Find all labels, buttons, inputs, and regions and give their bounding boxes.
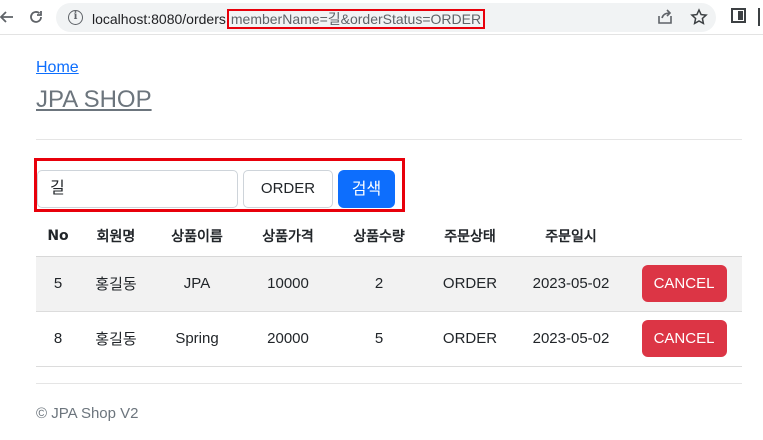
- cell-status: ORDER: [424, 256, 516, 312]
- cell-count: 5: [334, 311, 424, 367]
- header-date: 주문일시: [516, 216, 626, 257]
- cell-date: 2023-05-02: [516, 256, 626, 312]
- order-status-select[interactable]: ORDER: [243, 170, 333, 208]
- side-panel-icon[interactable]: [731, 8, 746, 23]
- table-row: 8 홍길동 Spring 20000 5 ORDER 2023-05-02 CA…: [36, 311, 742, 367]
- orders-table: No 회원명 상품이름 상품가격 상품수량 주문상태 주문일시 5 홍길동 JP…: [36, 216, 742, 367]
- info-icon[interactable]: i: [68, 10, 83, 25]
- cell-action: CANCEL: [626, 256, 742, 312]
- member-name-input[interactable]: 길: [37, 170, 238, 208]
- table-header-row: No 회원명 상품이름 상품가격 상품수량 주문상태 주문일시: [36, 216, 742, 257]
- cancel-button[interactable]: CANCEL: [641, 265, 727, 302]
- table-row: 5 홍길동 JPA 10000 2 ORDER 2023-05-02 CANCE…: [36, 256, 742, 312]
- cell-action: CANCEL: [626, 311, 742, 367]
- cell-member: 홍길동: [80, 311, 152, 367]
- bookmark-star-icon[interactable]: [690, 8, 708, 30]
- address-bar[interactable]: i localhost:8080/orders memberName=길&orde…: [56, 3, 716, 32]
- share-icon[interactable]: [656, 8, 674, 30]
- home-link[interactable]: Home: [36, 59, 79, 77]
- cell-status: ORDER: [424, 311, 516, 367]
- back-arrow-icon[interactable]: [0, 6, 18, 28]
- header-no: No: [36, 216, 80, 257]
- header-item: 상품이름: [152, 216, 242, 257]
- cell-price: 10000: [242, 256, 334, 312]
- url-query-highlight: memberName=길&orderStatus=ORDER: [226, 9, 486, 29]
- brand-link[interactable]: JPA SHOP: [36, 86, 152, 114]
- profile-menu-icon[interactable]: [758, 8, 763, 26]
- header-status: 주문상태: [424, 216, 516, 257]
- cell-no: 5: [36, 256, 80, 312]
- footer-divider: [36, 383, 742, 384]
- cell-date: 2023-05-02: [516, 311, 626, 367]
- url-text: localhost:8080/orders memberName=길&orderS…: [92, 9, 486, 29]
- url-host: localhost:8080/orders: [92, 11, 226, 27]
- header-action: [626, 216, 742, 257]
- header-divider: [36, 139, 742, 140]
- cell-price: 20000: [242, 311, 334, 367]
- search-button[interactable]: 검색: [338, 170, 395, 208]
- header-member: 회원명: [80, 216, 152, 257]
- cell-item: Spring: [152, 311, 242, 367]
- header-count: 상품수량: [334, 216, 424, 257]
- cancel-button[interactable]: CANCEL: [641, 320, 727, 357]
- footer-text: © JPA Shop V2: [36, 405, 139, 422]
- cell-count: 2: [334, 256, 424, 312]
- cell-no: 8: [36, 311, 80, 367]
- cell-item: JPA: [152, 256, 242, 312]
- cell-member: 홍길동: [80, 256, 152, 312]
- header-price: 상품가격: [242, 216, 334, 257]
- reload-icon[interactable]: [25, 6, 47, 28]
- browser-toolbar: i localhost:8080/orders memberName=길&orde…: [0, 0, 763, 35]
